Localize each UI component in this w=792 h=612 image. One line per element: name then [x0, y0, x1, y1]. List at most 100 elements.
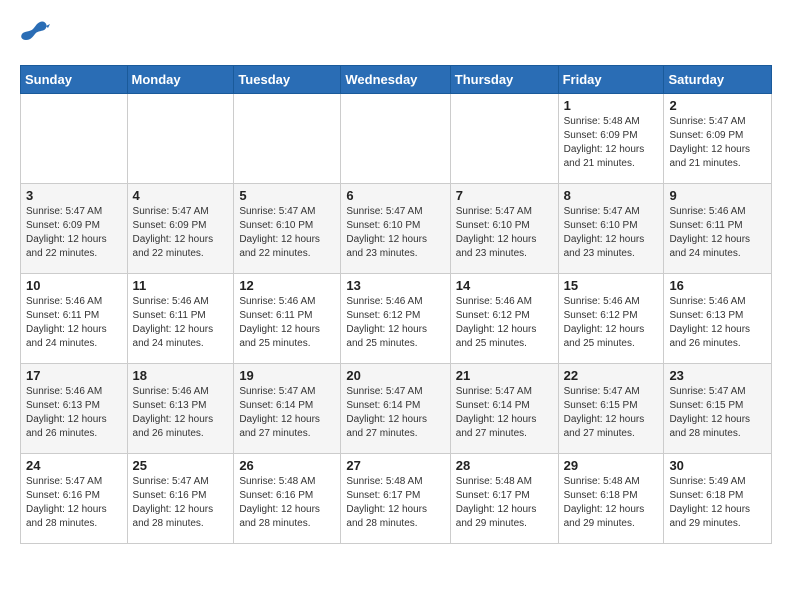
calendar-cell	[21, 94, 128, 184]
day-info: Sunrise: 5:47 AM Sunset: 6:14 PM Dayligh…	[346, 385, 444, 441]
day-info: Sunrise: 5:47 AM Sunset: 6:09 PM Dayligh…	[133, 205, 229, 261]
calendar-cell: 2 Sunrise: 5:47 AM Sunset: 6:09 PM Daylig…	[664, 94, 772, 184]
calendar-cell: 11Sunrise: 5:46 AM Sunset: 6:11 PM Dayli…	[127, 274, 234, 364]
day-info: Sunrise: 5:46 AM Sunset: 6:11 PM Dayligh…	[669, 205, 766, 261]
calendar-cell	[127, 94, 234, 184]
calendar-cell: 26 Sunrise: 5:48 AM Sunset: 6:16 PM Dayli…	[234, 454, 341, 544]
day-info: Sunrise: 5:48 AM Sunset: 6:17 PM Dayligh…	[346, 475, 444, 531]
calendar-cell: 4 Sunrise: 5:47 AM Sunset: 6:09 PM Daylig…	[127, 184, 234, 274]
weekday-header-friday: Friday	[558, 66, 664, 94]
weekday-header-monday: Monday	[127, 66, 234, 94]
day-number: 20	[346, 368, 444, 383]
weekday-header-saturday: Saturday	[664, 66, 772, 94]
day-number: 24	[26, 458, 122, 473]
day-number: 29	[564, 458, 659, 473]
calendar-cell: 3Sunrise: 5:47 AM Sunset: 6:09 PM Daylig…	[21, 184, 128, 274]
calendar-cell: 5 Sunrise: 5:47 AM Sunset: 6:10 PM Daylig…	[234, 184, 341, 274]
day-info: Sunrise: 5:46 AM Sunset: 6:12 PM Dayligh…	[346, 295, 444, 351]
day-number: 7	[456, 188, 553, 203]
day-info: Sunrise: 5:47 AM Sunset: 6:10 PM Dayligh…	[346, 205, 444, 261]
day-info: Sunrise: 5:49 AM Sunset: 6:18 PM Dayligh…	[669, 475, 766, 531]
day-info: Sunrise: 5:46 AM Sunset: 6:13 PM Dayligh…	[26, 385, 122, 441]
day-number: 1	[564, 98, 659, 113]
calendar-body: 1 Sunrise: 5:48 AM Sunset: 6:09 PM Daylig…	[21, 94, 772, 544]
day-number: 8	[564, 188, 659, 203]
calendar-week-4: 17 Sunrise: 5:46 AM Sunset: 6:13 PM Dayli…	[21, 364, 772, 454]
day-number: 9	[669, 188, 766, 203]
calendar-cell: 6 Sunrise: 5:47 AM Sunset: 6:10 PM Daylig…	[341, 184, 450, 274]
calendar-cell: 14 Sunrise: 5:46 AM Sunset: 6:12 PM Dayli…	[450, 274, 558, 364]
calendar-cell: 22Sunrise: 5:47 AM Sunset: 6:15 PM Dayli…	[558, 364, 664, 454]
day-number: 10	[26, 278, 122, 293]
calendar-cell: 8 Sunrise: 5:47 AM Sunset: 6:10 PM Daylig…	[558, 184, 664, 274]
calendar-cell: 21 Sunrise: 5:47 AM Sunset: 6:14 PM Dayli…	[450, 364, 558, 454]
weekday-header-sunday: Sunday	[21, 66, 128, 94]
calendar-cell: 1 Sunrise: 5:48 AM Sunset: 6:09 PM Daylig…	[558, 94, 664, 184]
calendar-cell	[234, 94, 341, 184]
day-number: 14	[456, 278, 553, 293]
day-info: Sunrise: 5:46 AM Sunset: 6:12 PM Dayligh…	[456, 295, 553, 351]
day-number: 3	[26, 188, 122, 203]
calendar-cell: 19 Sunrise: 5:47 AM Sunset: 6:14 PM Dayli…	[234, 364, 341, 454]
day-info: Sunrise: 5:47 AM Sunset: 6:16 PM Dayligh…	[133, 475, 229, 531]
weekday-header-tuesday: Tuesday	[234, 66, 341, 94]
calendar-cell: 27Sunrise: 5:48 AM Sunset: 6:17 PM Dayli…	[341, 454, 450, 544]
day-number: 2	[669, 98, 766, 113]
calendar-cell: 15 Sunrise: 5:46 AM Sunset: 6:12 PM Dayli…	[558, 274, 664, 364]
calendar-cell: 30 Sunrise: 5:49 AM Sunset: 6:18 PM Dayli…	[664, 454, 772, 544]
header	[20, 20, 772, 49]
weekday-header-wednesday: Wednesday	[341, 66, 450, 94]
day-info: Sunrise: 5:46 AM Sunset: 6:11 PM Dayligh…	[133, 295, 229, 351]
day-info: Sunrise: 5:48 AM Sunset: 6:09 PM Dayligh…	[564, 115, 659, 171]
day-info: Sunrise: 5:46 AM Sunset: 6:11 PM Dayligh…	[26, 295, 122, 351]
day-number: 19	[239, 368, 335, 383]
day-info: Sunrise: 5:46 AM Sunset: 6:12 PM Dayligh…	[564, 295, 659, 351]
calendar-cell: 29 Sunrise: 5:48 AM Sunset: 6:18 PM Dayli…	[558, 454, 664, 544]
calendar-cell: 7 Sunrise: 5:47 AM Sunset: 6:10 PM Daylig…	[450, 184, 558, 274]
calendar-week-1: 1 Sunrise: 5:48 AM Sunset: 6:09 PM Daylig…	[21, 94, 772, 184]
calendar-cell: 17 Sunrise: 5:46 AM Sunset: 6:13 PM Dayli…	[21, 364, 128, 454]
day-info: Sunrise: 5:47 AM Sunset: 6:10 PM Dayligh…	[456, 205, 553, 261]
weekday-header-row: SundayMondayTuesdayWednesdayThursdayFrid…	[21, 66, 772, 94]
calendar-table: SundayMondayTuesdayWednesdayThursdayFrid…	[20, 65, 772, 544]
calendar-cell: 24 Sunrise: 5:47 AM Sunset: 6:16 PM Dayli…	[21, 454, 128, 544]
day-number: 15	[564, 278, 659, 293]
day-number: 28	[456, 458, 553, 473]
calendar-cell: 28Sunrise: 5:48 AM Sunset: 6:17 PM Dayli…	[450, 454, 558, 544]
calendar-cell	[341, 94, 450, 184]
logo-icon	[20, 20, 50, 49]
day-number: 12	[239, 278, 335, 293]
calendar-cell: 20 Sunrise: 5:47 AM Sunset: 6:14 PM Dayli…	[341, 364, 450, 454]
day-info: Sunrise: 5:46 AM Sunset: 6:13 PM Dayligh…	[669, 295, 766, 351]
day-info: Sunrise: 5:47 AM Sunset: 6:10 PM Dayligh…	[239, 205, 335, 261]
calendar-cell: 18Sunrise: 5:46 AM Sunset: 6:13 PM Dayli…	[127, 364, 234, 454]
day-info: Sunrise: 5:48 AM Sunset: 6:16 PM Dayligh…	[239, 475, 335, 531]
day-number: 30	[669, 458, 766, 473]
day-info: Sunrise: 5:47 AM Sunset: 6:10 PM Dayligh…	[564, 205, 659, 261]
calendar-cell: 25 Sunrise: 5:47 AM Sunset: 6:16 PM Dayli…	[127, 454, 234, 544]
calendar-week-2: 3 Sunrise: 5:47 AM Sunset: 6:09 PM Daylig…	[21, 184, 772, 274]
day-number: 16	[669, 278, 766, 293]
calendar-week-5: 24 Sunrise: 5:47 AM Sunset: 6:16 PM Dayli…	[21, 454, 772, 544]
calendar-cell: 12Sunrise: 5:46 AM Sunset: 6:11 PM Dayli…	[234, 274, 341, 364]
day-number: 4	[133, 188, 229, 203]
calendar-cell: 16 Sunrise: 5:46 AM Sunset: 6:13 PM Dayli…	[664, 274, 772, 364]
day-number: 18	[133, 368, 229, 383]
calendar-week-3: 10 Sunrise: 5:46 AM Sunset: 6:11 PM Dayli…	[21, 274, 772, 364]
day-info: Sunrise: 5:47 AM Sunset: 6:16 PM Dayligh…	[26, 475, 122, 531]
day-number: 26	[239, 458, 335, 473]
calendar-cell: 9 Sunrise: 5:46 AM Sunset: 6:11 PM Daylig…	[664, 184, 772, 274]
day-info: Sunrise: 5:47 AM Sunset: 6:09 PM Dayligh…	[669, 115, 766, 171]
day-info: Sunrise: 5:48 AM Sunset: 6:18 PM Dayligh…	[564, 475, 659, 531]
day-info: Sunrise: 5:47 AM Sunset: 6:14 PM Dayligh…	[456, 385, 553, 441]
day-number: 25	[133, 458, 229, 473]
day-number: 21	[456, 368, 553, 383]
day-number: 5	[239, 188, 335, 203]
day-number: 22	[564, 368, 659, 383]
logo	[20, 20, 54, 49]
weekday-header-thursday: Thursday	[450, 66, 558, 94]
day-number: 6	[346, 188, 444, 203]
day-info: Sunrise: 5:47 AM Sunset: 6:14 PM Dayligh…	[239, 385, 335, 441]
calendar-cell	[450, 94, 558, 184]
day-number: 17	[26, 368, 122, 383]
